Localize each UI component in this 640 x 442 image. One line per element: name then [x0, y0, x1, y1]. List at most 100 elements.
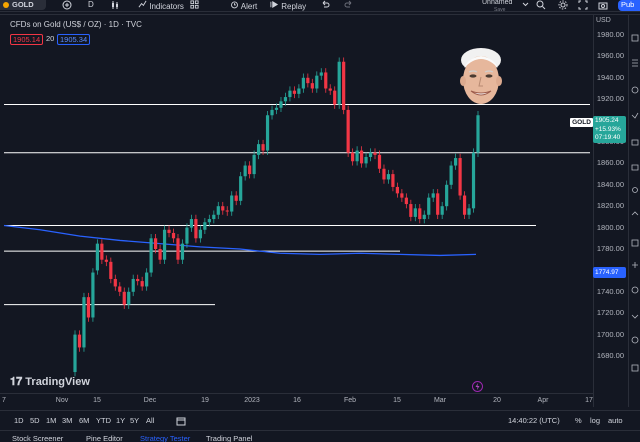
candle-down[interactable] [104, 255, 108, 267]
flash-icon[interactable] [472, 381, 483, 392]
candle-up[interactable] [207, 214, 211, 227]
candle-up[interactable] [427, 193, 431, 220]
replay-button[interactable]: Replay [270, 0, 306, 12]
candle-up[interactable] [422, 210, 426, 224]
candle-down[interactable] [377, 150, 382, 174]
candle-up[interactable] [413, 204, 417, 222]
timeframe-5d-button[interactable]: 5D [30, 416, 40, 425]
candle-up[interactable] [180, 239, 185, 264]
candle-down[interactable] [234, 191, 238, 206]
candle-up[interactable] [198, 225, 202, 243]
candle-down[interactable] [167, 225, 171, 238]
candle-up[interactable] [212, 210, 216, 224]
candle-down[interactable] [109, 257, 113, 284]
percent-toggle[interactable]: % [575, 416, 582, 425]
candle-down[interactable] [342, 57, 346, 115]
timeframe-1m-button[interactable]: 1M [46, 416, 56, 425]
candle-up[interactable] [368, 148, 373, 162]
candle-up[interactable] [252, 150, 256, 179]
candle-up[interactable] [243, 161, 247, 181]
time-axis[interactable]: 7 Nov 15 Dec 19 2023 16 Feb 15 Mar 20 Apr 17 [0, 393, 593, 407]
candle-down[interactable] [436, 189, 440, 220]
candle-up[interactable] [449, 161, 453, 190]
publish-button[interactable]: Pub [618, 0, 640, 11]
candle-up[interactable] [319, 68, 323, 80]
candle-down[interactable] [136, 274, 140, 286]
timeframe-all-button[interactable]: All [146, 416, 154, 425]
timeframe-5y-button[interactable]: 5Y [130, 416, 139, 425]
candle-up[interactable] [297, 84, 301, 99]
candle-up[interactable] [185, 223, 189, 248]
symbol-search-button[interactable]: GOLD [0, 0, 46, 10]
candle-down[interactable] [328, 84, 332, 95]
candle-up[interactable] [145, 268, 149, 291]
alert-button[interactable]: Alert [230, 0, 257, 12]
candle-up[interactable] [386, 169, 391, 184]
candle-up[interactable] [131, 274, 135, 297]
candle-up[interactable] [288, 86, 292, 102]
candle-up[interactable] [239, 171, 243, 206]
candle-down[interactable] [400, 189, 404, 202]
candle-down[interactable] [154, 234, 158, 254]
candle-up[interactable] [189, 214, 194, 232]
candle-down[interactable] [333, 86, 337, 109]
candle-up[interactable] [149, 234, 153, 277]
candle-down[interactable] [391, 169, 395, 192]
candle-up[interactable] [95, 239, 99, 275]
tab-trading-panel[interactable]: Trading Panel [206, 434, 252, 442]
undo-button[interactable] [320, 0, 330, 12]
candle-up[interactable] [279, 97, 283, 113]
snapshot-button[interactable] [598, 0, 608, 12]
candle-up[interactable] [91, 268, 95, 322]
candle-down[interactable] [86, 292, 91, 322]
candle-up[interactable] [203, 217, 207, 235]
tab-pine-editor[interactable]: Pine Editor [86, 434, 123, 442]
tab-stock-screener[interactable]: Stock Screener [12, 434, 63, 442]
candle-up[interactable] [355, 146, 359, 166]
candle-down[interactable] [359, 146, 364, 168]
candle-down[interactable] [292, 86, 297, 99]
candle-up[interactable] [467, 204, 471, 220]
candle-down[interactable] [176, 234, 180, 264]
chart-type-button[interactable] [110, 0, 120, 12]
candle-down[interactable] [248, 161, 252, 179]
candle-down[interactable] [100, 239, 104, 264]
timeframe-6m-button[interactable]: 6M [79, 416, 89, 425]
currency-label[interactable]: USD [596, 17, 611, 24]
candle-down[interactable] [324, 68, 328, 93]
candle-down[interactable] [171, 228, 176, 243]
candle-up[interactable] [454, 153, 458, 170]
candle-up[interactable] [283, 92, 288, 106]
candle-up[interactable] [82, 292, 86, 352]
candle-up[interactable] [471, 148, 476, 213]
candle-down[interactable] [458, 153, 462, 200]
tab-strategy-tester[interactable]: Strategy Tester [140, 434, 190, 442]
candle-down[interactable] [158, 244, 162, 264]
candle-up[interactable] [315, 71, 319, 93]
quick-search-button[interactable] [536, 0, 546, 12]
candle-up[interactable] [274, 103, 279, 115]
layout-menu-button[interactable] [522, 0, 529, 12]
candle-up[interactable] [162, 225, 167, 264]
candle-up[interactable] [445, 180, 449, 211]
candle-down[interactable] [395, 182, 399, 198]
timeframe-ytd-button[interactable]: YTD [96, 416, 111, 425]
timeframe-1y-button[interactable]: 1Y [116, 416, 125, 425]
interval-button[interactable]: D [88, 0, 94, 12]
candle-down[interactable] [194, 214, 198, 243]
candle-up[interactable] [476, 110, 480, 157]
add-symbol-button[interactable] [62, 0, 72, 12]
auto-toggle[interactable]: auto [608, 416, 623, 425]
layout-grid-button[interactable] [190, 0, 199, 12]
candle-up[interactable] [73, 330, 77, 377]
timeframe-3m-button[interactable]: 3M [62, 416, 72, 425]
candle-up[interactable] [301, 73, 305, 93]
candle-up[interactable] [364, 152, 368, 168]
candle-up[interactable] [337, 57, 341, 109]
timeframe-1d-button[interactable]: 1D [14, 416, 24, 425]
candle-down[interactable] [373, 148, 377, 160]
settings-button[interactable] [558, 0, 568, 12]
candle-down[interactable] [306, 73, 310, 88]
candle-down[interactable] [122, 287, 126, 309]
candle-down[interactable] [351, 148, 355, 166]
